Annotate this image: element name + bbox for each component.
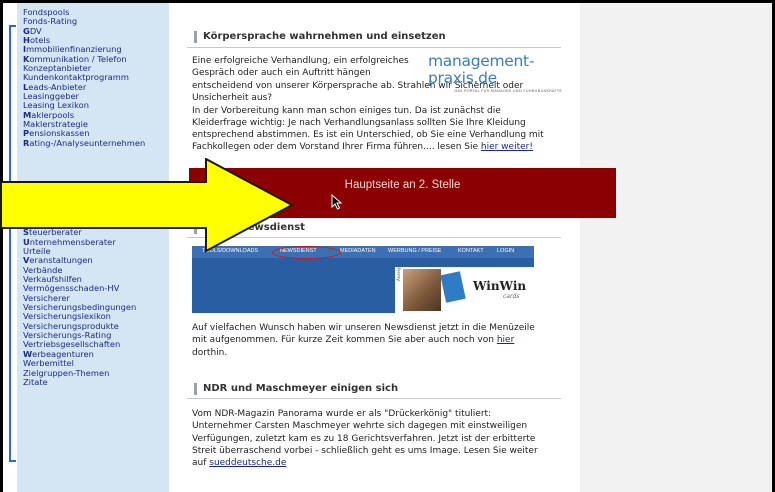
ad-photo [403,269,441,311]
article-title-koerpersprache: Körpersprache wahrnehmen und einsetzen [194,31,446,43]
text-line: Unternehmer Carsten Maschmeyer wehrte si… [192,421,528,432]
sidebar-item[interactable]: Zitate [23,376,136,387]
card-graphic [440,271,466,303]
sidebar-item[interactable]: Fonds-Rating [23,17,169,26]
sidebar-item-label: Zitate [23,376,48,387]
article-text-newsdienst: Auf vielfachen Wunsch haben wir unseren … [192,322,562,359]
newsdienst-link[interactable]: hier [497,335,514,345]
text-line: auf sueddeutsche.de [192,457,562,469]
text-line: Vom NDR-Magazin Panorama wurde er als "D… [192,409,492,419]
nav-item-login[interactable]: LOGIN [497,248,514,254]
selection-bracket-top [9,25,16,27]
sidebar-list-top: Fondspools Fonds-Rating GDV Hotels Immobilie… [17,3,169,148]
read-more-link[interactable]: hier weiter! [481,142,533,152]
text-line: Unsicherheit aus? [192,93,273,104]
text-segment: auf [192,458,210,469]
text-line: Kleiderfrage wichtig: Je nach Verhandlun… [192,117,526,128]
title-rule [187,398,561,399]
right-panel [580,3,772,492]
nav-item-mediadaten[interactable]: MEDIADATEN [340,248,376,254]
text-line: dorthin. [192,347,228,358]
nav-item-kontakt[interactable]: KONTAKT [458,248,484,254]
sidebar-item-label: ating-/Analyseunternehmen [29,137,146,148]
nav-item-werbung[interactable]: WERBUNG / PREISE [388,248,441,254]
article-title-ndr: NDR und Maschmeyer einigen sich [194,383,398,395]
text-line: In der Vorbereitung kann man schon einig… [192,105,501,116]
article-text-koerpersprache-cont: entscheidend von unserer Körpersprache a… [192,80,562,154]
ad-label: Anzeige [396,265,401,281]
text-line: Verfügungen, zuletzt kam es zu 18 Gerich… [192,433,536,444]
winwin-sub: cards [503,293,520,300]
article-text-koerpersprache: Eine erfolgreiche Verhandlung, ein erfol… [192,55,428,80]
text-line: Auf vielfachen Wunsch haben wir unseren … [192,323,535,333]
winwin-ad[interactable]: Anzeige WinWin cards [395,265,534,313]
text-line: mit aufgenommen. Für kurze Zeit kommen S… [192,334,562,346]
text-line: Eine erfolgreiche Verhandlung, ein erfol… [192,56,409,66]
arrow-pointer-icon [0,158,295,253]
text-line: Streit überraschend vorbei - schließlich… [192,445,538,456]
text-segment: Fachkollegen oder dem Vorstand Ihrer Fir… [192,142,481,153]
sueddeutsche-link[interactable]: sueddeutsche.de [209,458,286,468]
sidebar-item[interactable]: Rating-/Analyseunternehmen [23,137,169,148]
text-line: Fachkollegen oder dem Vorstand Ihrer Fir… [192,141,562,153]
selection-bracket-bottom [9,460,16,462]
winwin-logo: WinWin [473,279,527,293]
text-line: Gespräch oder auch ein Auftritt hängen [192,68,371,79]
newsdienst-screenshot: TOOLS/DOWNLOADS NEWSDIENST MEDIADATEN WE… [192,246,534,313]
text-line: entsprechend abstimmen. Es ist ein Unter… [192,130,544,141]
article-text-ndr: Vom NDR-Magazin Panorama wurde er als "D… [192,408,562,469]
mouse-cursor-icon [331,194,343,210]
title-rule [187,47,561,48]
text-line: entscheidend von unserer Körpersprache a… [192,81,524,91]
text-segment: mit aufgenommen. Für kurze Zeit kommen S… [192,335,497,346]
